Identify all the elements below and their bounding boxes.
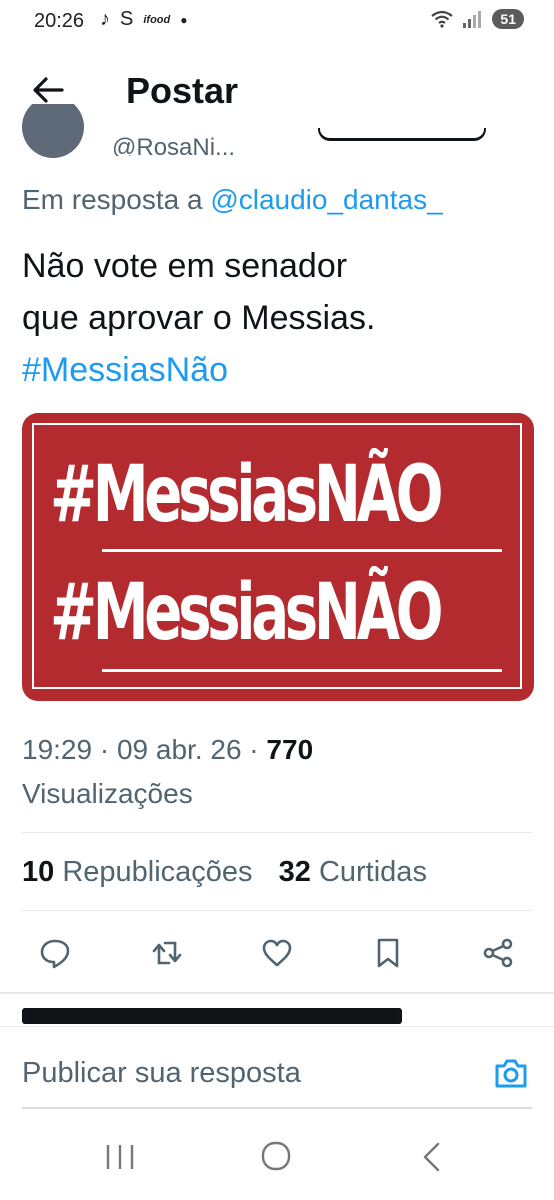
s-icon: S (120, 8, 134, 30)
hashtag-link[interactable]: #MessiasNão (22, 344, 375, 396)
bookmark-icon (377, 938, 399, 968)
ifood-icon: ifood (143, 13, 171, 26)
back-arrow-icon[interactable] (30, 72, 66, 108)
next-section-peek (22, 1004, 422, 1024)
avatar[interactable] (22, 104, 84, 158)
engagement-stats: 10 Republicações 32 Curtidas (22, 856, 427, 889)
system-navigation-bar (0, 1110, 554, 1200)
camera-icon[interactable] (492, 1055, 530, 1093)
share-button[interactable] (475, 930, 521, 976)
page-title: Postar (126, 70, 239, 111)
retweets-count: 10 (22, 856, 55, 888)
bookmark-button[interactable] (365, 930, 411, 976)
more-notifications-dot: ● (180, 12, 188, 27)
back-nav-icon[interactable] (412, 1140, 452, 1174)
notification-icons: ♪ S ifood ● (100, 8, 187, 31)
retweets-label: Republicações (62, 856, 253, 888)
signal-icon (463, 11, 482, 28)
wifi-icon (431, 10, 454, 28)
likes-stat[interactable]: 32 Curtidas (279, 856, 427, 888)
recent-apps-icon[interactable] (100, 1140, 140, 1174)
system-icons: 51 (430, 9, 524, 29)
retweets-stat[interactable]: 10 Republicações (22, 856, 253, 888)
likes-label: Curtidas (318, 856, 427, 888)
status-bar: 20:26 ♪ S ifood ● 51 (0, 0, 554, 44)
reply-composer: Publicar sua resposta (0, 1026, 554, 1109)
tweet-text-line: Não vote em senador (22, 247, 348, 285)
tweet-text-line: que aprovar o Messias. (22, 299, 376, 337)
reply-mention-link[interactable]: @claudio_dantas_ (210, 184, 442, 215)
retweet-button[interactable] (144, 930, 190, 976)
media-divider (102, 549, 502, 552)
media-text-line: #MessiasNÃO (50, 568, 443, 658)
reply-button[interactable] (32, 930, 78, 976)
action-bar (22, 930, 532, 976)
tweet-date: 09 abr. 26 (116, 734, 242, 765)
reply-input[interactable]: Publicar sua resposta (22, 1057, 301, 1090)
status-time: 20:26 (34, 10, 85, 32)
share-icon (483, 938, 513, 968)
retweet-icon (152, 941, 182, 965)
media-text-line: #MessiasNÃO (50, 450, 443, 540)
reply-prefix: Em resposta a (22, 184, 211, 215)
tweet-meta: 19:29 · 09 abr. 26 · 770 Visualizações (22, 734, 314, 809)
divider (22, 832, 532, 833)
battery-indicator: 51 (492, 9, 524, 29)
reply-context: Em resposta a @claudio_dantas_ (22, 184, 443, 216)
media-divider (102, 669, 502, 672)
tiktok-icon: ♪ (100, 8, 110, 30)
section-divider (0, 992, 554, 994)
divider (22, 910, 532, 911)
home-icon[interactable] (256, 1140, 296, 1174)
follow-button[interactable] (318, 128, 486, 141)
reply-icon (40, 939, 70, 969)
views-count: 770 (266, 734, 314, 765)
views-label: Visualizações (22, 778, 193, 809)
tweet-media-image[interactable]: #MessiasNÃO #MessiasNÃO (22, 413, 534, 701)
like-button[interactable] (254, 930, 300, 976)
tweet-time: 19:29 (22, 734, 93, 765)
tweet-text: Não vote em senador que aprovar o Messia… (22, 240, 375, 396)
likes-count: 32 (278, 856, 311, 888)
author-handle[interactable]: @RosaNi... (112, 128, 235, 156)
heart-icon (262, 939, 292, 967)
composer-underline (22, 1107, 532, 1109)
